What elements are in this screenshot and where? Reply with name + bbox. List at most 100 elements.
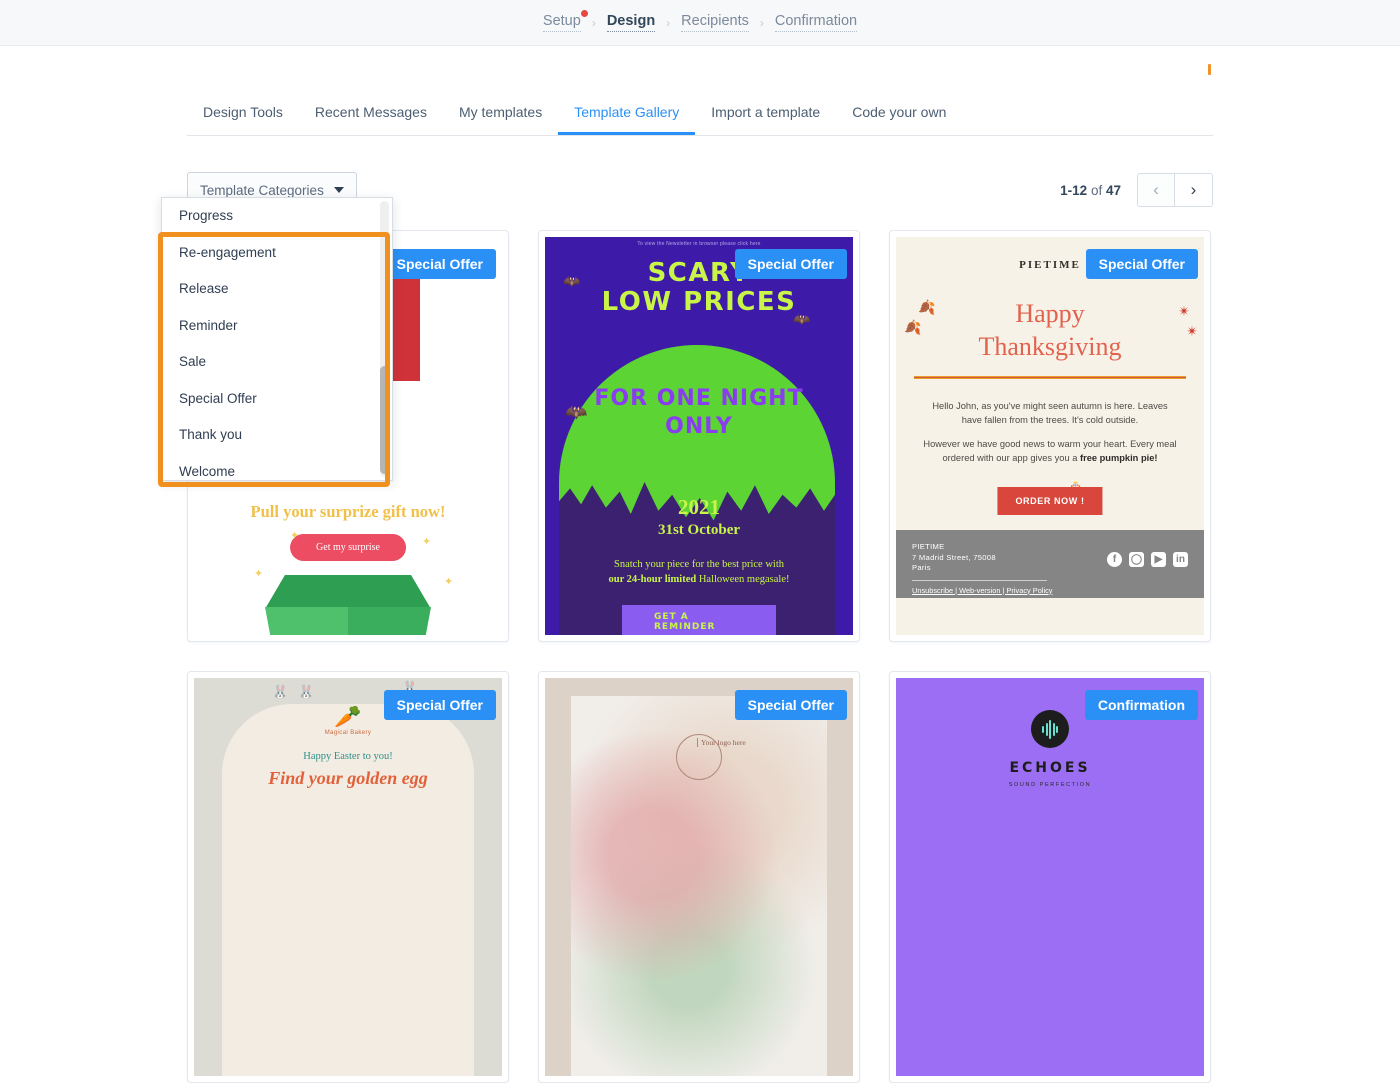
bunny-icon: 🐰 bbox=[272, 684, 289, 699]
breadcrumb-item-setup[interactable]: Setup bbox=[542, 10, 588, 32]
maple-leaf-icon: ✴ bbox=[1178, 303, 1190, 319]
category-option-reminder[interactable]: Reminder bbox=[162, 308, 392, 345]
template-categories-menu[interactable]: Progress Re-engagement Release Reminder … bbox=[161, 197, 393, 481]
breadcrumb-separator-3: › bbox=[759, 15, 764, 30]
chevron-down-icon bbox=[334, 187, 344, 193]
tab-design-tools[interactable]: Design Tools bbox=[187, 94, 299, 135]
tab-recent-messages[interactable]: Recent Messages bbox=[299, 94, 443, 135]
breadcrumb-item-recipients[interactable]: Recipients bbox=[681, 13, 749, 32]
menu-scrollbar-thumb[interactable] bbox=[380, 366, 389, 474]
facebook-icon: f bbox=[1107, 552, 1122, 567]
template-title: Pull your surprize gift now! bbox=[250, 502, 446, 521]
breadcrumb-label-setup: Setup bbox=[542, 13, 581, 29]
category-option-release[interactable]: Release bbox=[162, 271, 392, 308]
body-line-2-bold: our 24-hour limited bbox=[608, 574, 697, 585]
template-cta-button: Get my surprise bbox=[290, 534, 406, 561]
category-option-welcome[interactable]: Welcome bbox=[162, 454, 392, 491]
template-headline: Find your golden egg bbox=[268, 768, 428, 788]
tab-template-gallery[interactable]: Template Gallery bbox=[558, 94, 696, 135]
template-title: Happy Thanksgiving bbox=[896, 297, 1204, 363]
template-thumbnail: 🐰 🐰 🐰 🥕 Magical Bakery Happy Easter to y… bbox=[194, 678, 502, 1076]
footer-social-icons: f ◯ ▶ in bbox=[1107, 552, 1188, 567]
paragraph-2-bold: free pumpkin pie! bbox=[1079, 453, 1158, 463]
leaf-icon: 🍂 bbox=[904, 319, 922, 335]
footer-divider bbox=[912, 579, 1047, 581]
status-badge: Special Offer bbox=[1085, 249, 1198, 279]
pagination-buttons: ‹ › bbox=[1137, 173, 1213, 207]
footer-links: Unsubscribe | Web-version | Privacy Poli… bbox=[912, 585, 1053, 595]
tab-my-templates[interactable]: My templates bbox=[443, 94, 558, 135]
template-brand: ECHOES bbox=[1009, 760, 1091, 776]
tab-bar: Design Tools Recent Messages My template… bbox=[187, 46, 1213, 136]
leaf-icon: 🍂 bbox=[918, 299, 936, 315]
template-thumbnail: ECHOES SOUND PERFECTION bbox=[896, 678, 1204, 1076]
status-badge: Special Offer bbox=[383, 690, 496, 720]
footer-brand: PIETIME bbox=[912, 542, 945, 551]
divider bbox=[914, 376, 1186, 379]
category-option-re-engagement[interactable]: Re-engagement bbox=[162, 235, 392, 272]
template-body: Snatch your piece for the best price wit… bbox=[569, 557, 829, 587]
template-footer: PIETIME 7 Madrid Street, 75008 Paris Uns… bbox=[896, 530, 1204, 598]
logo-placeholder-text: Your logo here bbox=[697, 738, 746, 747]
breadcrumb: Setup › Design › Recipients › Confirmati… bbox=[542, 10, 858, 32]
status-badge: Special Offer bbox=[383, 249, 496, 279]
breadcrumb-separator-2: › bbox=[666, 15, 671, 30]
category-option-thank-you[interactable]: Thank you bbox=[162, 417, 392, 454]
pagination-range: 1-12 bbox=[1060, 182, 1088, 198]
pagination-total: 47 bbox=[1105, 182, 1121, 198]
breadcrumb-bar: Setup › Design › Recipients › Confirmati… bbox=[0, 0, 1400, 46]
template-preheader: To view the Newsletter in browser please… bbox=[637, 241, 761, 247]
template-paragraph-1: Hello John, as you've might seen autumn … bbox=[932, 401, 1168, 425]
maple-leaf-icon: ✴ bbox=[1186, 323, 1198, 339]
template-card[interactable]: To view the Newsletter in browser please… bbox=[538, 230, 860, 642]
body-line-2-rest: Halloween megasale! bbox=[696, 574, 790, 585]
template-card[interactable]: PIETIME Happy Thanksgiving Hello John, a… bbox=[889, 230, 1211, 642]
linkedin-icon: in bbox=[1173, 552, 1188, 567]
template-tagline: SOUND PERFECTION bbox=[1008, 782, 1092, 788]
pagination-of: of bbox=[1090, 182, 1103, 198]
tab-code-your-own[interactable]: Code your own bbox=[836, 94, 962, 135]
tab-import-a-template[interactable]: Import a template bbox=[695, 94, 836, 135]
status-badge: Special Offer bbox=[734, 690, 847, 720]
category-option-sale[interactable]: Sale bbox=[162, 344, 392, 381]
title-line-1: Happy bbox=[1015, 299, 1085, 328]
template-card[interactable]: ECHOES SOUND PERFECTION Confirmation bbox=[889, 671, 1211, 1083]
status-badge: Confirmation bbox=[1084, 690, 1198, 720]
bat-icon: 🦇 bbox=[565, 402, 588, 422]
body-line-1: Snatch your piece for the best price wit… bbox=[614, 559, 784, 570]
bunny-icon: 🐰 bbox=[298, 684, 315, 699]
category-option-special-offer[interactable]: Special Offer bbox=[162, 381, 392, 418]
carrot-icon: 🥕 bbox=[334, 704, 362, 729]
gift-box-lid bbox=[265, 575, 431, 609]
waveform-logo-icon bbox=[1031, 710, 1069, 748]
template-cta-button: GET A REMINDER bbox=[622, 605, 776, 635]
breadcrumb-item-design[interactable]: Design bbox=[606, 13, 656, 32]
breadcrumb-alert-dot bbox=[580, 10, 588, 17]
bat-icon: 🦇 bbox=[563, 273, 581, 289]
template-year: 2021 bbox=[678, 495, 720, 519]
pagination-prev-button[interactable]: ‹ bbox=[1138, 174, 1175, 206]
template-greeting: Happy Easter to you! bbox=[303, 751, 393, 762]
template-paragraph-2: However we have good news to warm your h… bbox=[922, 437, 1178, 465]
pagination-next-button[interactable]: › bbox=[1175, 174, 1212, 206]
youtube-icon: ▶ bbox=[1151, 552, 1166, 567]
template-brand: Magical Bakery bbox=[324, 730, 372, 736]
template-card[interactable]: Your logo here Special Offer bbox=[538, 671, 860, 1083]
instagram-icon: ◯ bbox=[1129, 552, 1144, 567]
menu-scrollbar-track[interactable] bbox=[380, 201, 389, 477]
template-categories-label: Template Categories bbox=[200, 182, 324, 198]
template-thumbnail: To view the Newsletter in browser please… bbox=[545, 237, 853, 635]
subheading-line-1: FOR ONE NIGHT bbox=[594, 386, 804, 411]
gift-box-body bbox=[265, 607, 431, 635]
template-thumbnail: PIETIME Happy Thanksgiving Hello John, a… bbox=[896, 237, 1204, 635]
breadcrumb-separator-1: › bbox=[591, 15, 596, 30]
category-option-progress[interactable]: Progress bbox=[162, 198, 392, 235]
pagination-count: 1-12 of 47 bbox=[1060, 183, 1121, 198]
template-date: 31st October bbox=[657, 522, 741, 538]
template-subheading: FOR ONE NIGHT ONLY bbox=[545, 385, 853, 441]
template-card[interactable]: 🐰 🐰 🐰 🥕 Magical Bakery Happy Easter to y… bbox=[187, 671, 509, 1083]
heading-line-2: LOW PRICES bbox=[601, 287, 797, 317]
template-thumbnail: Your logo here bbox=[545, 678, 853, 1076]
title-line-2: Thanksgiving bbox=[978, 332, 1122, 361]
breadcrumb-item-confirmation[interactable]: Confirmation bbox=[774, 13, 858, 32]
